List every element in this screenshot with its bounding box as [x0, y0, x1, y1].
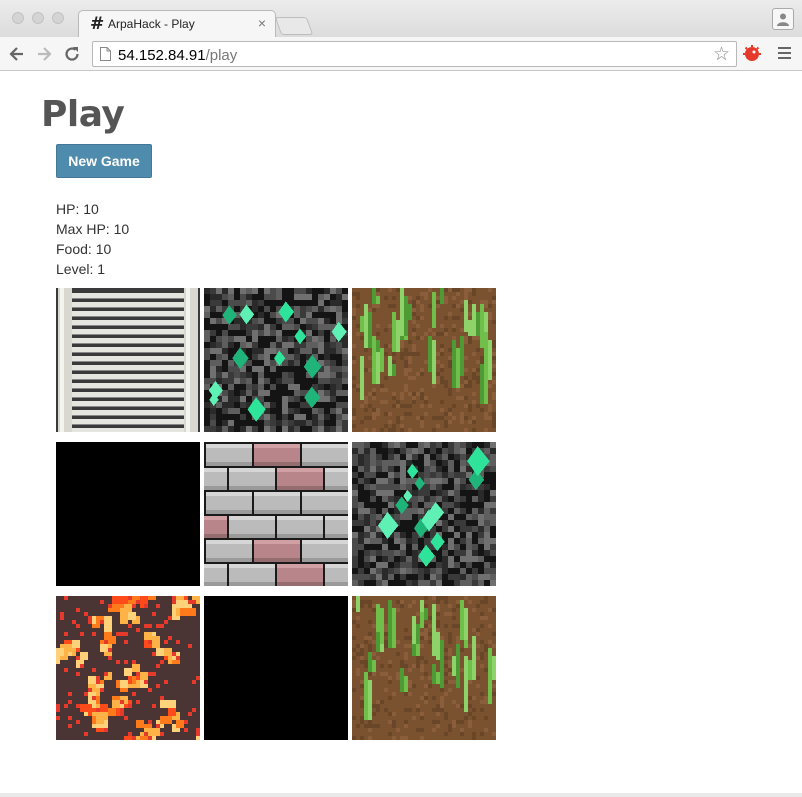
browser-toolbar: 54.152.84.91/play ☆ [0, 37, 802, 71]
new-tab-button[interactable] [274, 17, 314, 35]
url-path: /play [205, 47, 238, 64]
void-tile-image [56, 442, 200, 586]
grass-tile-image [352, 288, 496, 432]
reload-icon[interactable] [62, 44, 82, 64]
grass-tile-image [352, 596, 496, 740]
menu-icon[interactable] [778, 47, 791, 62]
window-close-button[interactable] [12, 12, 24, 24]
map-tile-brick-wall [204, 442, 348, 586]
window-minimize-button[interactable] [32, 12, 44, 24]
stat-level: Level: 1 [56, 261, 106, 277]
page-content: Play New Game HP: 10 Max HP: 10 Food: 10… [0, 71, 802, 797]
forward-arrow-icon[interactable] [34, 44, 54, 64]
void-tile-image [204, 596, 348, 740]
emerald-ore-tile-image [352, 442, 496, 586]
profile-button[interactable] [772, 8, 794, 30]
tab-close-icon[interactable]: × [258, 15, 266, 31]
map-tile-void [204, 596, 348, 740]
map-tile-emerald-ore [352, 442, 496, 586]
bookmark-star-icon[interactable]: ☆ [713, 43, 730, 65]
stat-food: Food: 10 [56, 241, 112, 257]
brick-wall-tile-image [204, 442, 348, 586]
map-tile-lava [56, 596, 200, 740]
lava-tile-image [56, 596, 200, 740]
tab-favicon-icon: # [90, 14, 105, 34]
stat-max-hp: Max HP: 10 [56, 221, 130, 237]
person-icon [777, 13, 789, 26]
url-text: 54.152.84.91/play [118, 47, 237, 64]
page-title: Play [41, 94, 125, 135]
address-bar[interactable]: 54.152.84.91/play ☆ [92, 41, 737, 67]
window-zoom-button[interactable] [52, 12, 64, 24]
map-tile-grass [352, 288, 496, 432]
browser-titlebar: # ArpaHack - Play × [0, 0, 802, 37]
map-tile-void [56, 442, 200, 586]
tab-title: ArpaHack - Play [108, 17, 195, 31]
map-tile-emerald-ore [204, 288, 348, 432]
window-bottom-edge [0, 793, 802, 797]
player-stats: HP: 10 Max HP: 10 Food: 10 Level: 1 [56, 199, 129, 279]
page-icon [100, 47, 111, 61]
extension-icon[interactable] [742, 44, 762, 64]
ladder-tile-image [56, 288, 200, 432]
url-host: 54.152.84.91 [118, 47, 206, 64]
stat-hp: HP: 10 [56, 201, 99, 217]
map-tile-ladder [56, 288, 200, 432]
new-game-button[interactable]: New Game [56, 144, 152, 178]
game-map [56, 288, 496, 740]
map-tile-grass [352, 596, 496, 740]
emerald-ore-tile-image [204, 288, 348, 432]
back-arrow-icon[interactable] [7, 44, 27, 64]
browser-tab[interactable]: # ArpaHack - Play × [78, 10, 276, 37]
